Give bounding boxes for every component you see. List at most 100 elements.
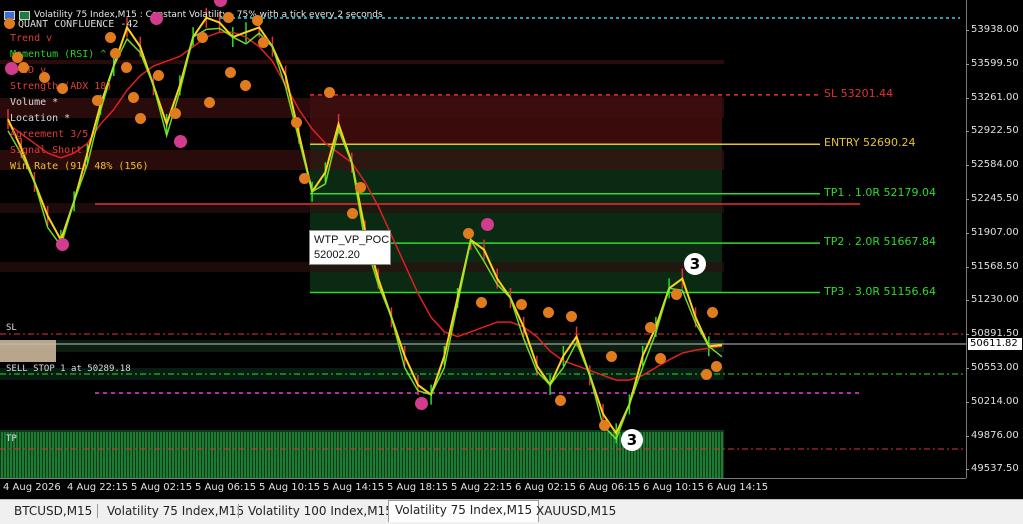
signal-marker [599, 420, 610, 431]
signal-marker [463, 228, 474, 239]
volume-profile-bar [0, 340, 56, 362]
signal-marker [655, 353, 666, 364]
signal-marker [516, 299, 527, 310]
volume-band [0, 340, 724, 352]
signal-marker [105, 32, 116, 43]
price-tick-label: 51907.00 [966, 226, 1019, 238]
signal-marker [223, 12, 234, 23]
current-price-label: 50611.82 [968, 338, 1022, 350]
time-tick-label: 5 Aug 10:15 [259, 482, 321, 493]
confluence-row: Win Rate (91) 48% (156) [10, 161, 149, 172]
signal-marker [701, 369, 712, 380]
signal-marker [606, 351, 617, 362]
chart-tabs-bar: BTCUSD,M15 Volatility 75 Index,M15 Volatil… [0, 499, 1023, 524]
confluence-row: Location * [10, 113, 71, 124]
time-tick-label: 4 Aug 2026 [3, 482, 61, 493]
price-tick-label: 49537.50 [966, 463, 1019, 475]
signal-marker [225, 67, 236, 78]
poc-title: WTP_VP_POC [314, 234, 390, 246]
pivot-marker [56, 238, 69, 251]
signal-marker [39, 72, 50, 83]
tp-tag: TP [6, 434, 17, 444]
wave-peak-label: 3 [684, 253, 706, 275]
signal-marker [543, 307, 554, 318]
price-axis: 53938.00 53599.50 53261.00 52922.50 52584.00… [966, 0, 1023, 478]
confluence-row: Trend v [10, 33, 53, 44]
signal-marker [347, 208, 358, 219]
price-chart[interactable] [0, 0, 966, 478]
time-tick-label: 6 Aug 02:15 [515, 482, 577, 493]
price-tick-label: 51230.00 [966, 294, 1019, 306]
signal-marker [291, 117, 302, 128]
sl-tag: SL [6, 323, 17, 333]
chart-tab[interactable]: BTCUSD,M15 [8, 502, 98, 520]
tp1-level-label: TP1 . 1.0R 52179.04 [824, 185, 936, 199]
price-tick-label: 53599.50 [966, 57, 1019, 69]
signal-marker [153, 70, 164, 81]
time-tick-label: 5 Aug 14:15 [323, 482, 385, 493]
time-tick-label: 6 Aug 10:15 [643, 482, 705, 493]
signal-marker [707, 307, 718, 318]
confluence-row: Momentum (RSI) ^ [10, 49, 107, 60]
signal-marker [170, 108, 181, 119]
price-tick-label: 51568.50 [966, 260, 1019, 272]
price-tick-label: 52584.00 [966, 159, 1019, 171]
signal-marker [110, 48, 121, 59]
chart-area[interactable]: Volatility 75 Index,M15 : Constant Volat… [0, 0, 966, 478]
signal-marker [135, 113, 146, 124]
pivot-marker [174, 135, 187, 148]
tp3-level-label: TP3 . 3.0R 51156.64 [824, 284, 936, 298]
signal-marker [252, 15, 263, 26]
mt-chart-window: Volatility 75 Index,M15 : Constant Volat… [0, 0, 1023, 524]
time-tick-label: 5 Aug 18:15 [387, 482, 449, 493]
signal-marker [671, 289, 682, 300]
confluence-row: Signal Short [10, 145, 83, 156]
sell-stop-label: SELL STOP 1 at 50289.18 [6, 364, 131, 374]
chart-tab[interactable]: XAUUSD,M15 [530, 502, 622, 520]
price-tick-label: 52922.50 [966, 125, 1019, 137]
time-tick-label: 5 Aug 22:15 [451, 482, 513, 493]
sl-level-label: SL 53201.44 [824, 86, 894, 100]
poc-value: 52002.20 [314, 249, 360, 261]
pivot-marker [481, 218, 494, 231]
signal-marker [645, 322, 656, 333]
price-tick-label: 50553.00 [966, 362, 1019, 373]
confluence-row: Agreement 3/5 [10, 129, 89, 140]
signal-marker [92, 95, 103, 106]
vp-poc-tooltip: WTP_VP_POC 52002.20 [309, 230, 391, 265]
time-tick-label: 6 Aug 06:15 [579, 482, 641, 493]
signal-marker [128, 92, 139, 103]
price-tick-label: 52245.50 [966, 193, 1019, 204]
confluence-row: Volume * [10, 97, 59, 108]
pivot-marker [150, 12, 163, 25]
tab-separator [97, 504, 98, 518]
confluence-header: QUANT CONFLUENCE -42 [18, 19, 139, 30]
time-tick-label: 6 Aug 14:15 [707, 482, 769, 493]
entry-level-label: ENTRY 52690.24 [824, 136, 916, 150]
signal-marker [324, 87, 335, 98]
signal-marker [197, 32, 208, 43]
chart-tab[interactable]: Volatility 75 Index,M15 [101, 502, 250, 520]
chart-tab[interactable]: Volatility 75 Index,M15 [388, 500, 540, 522]
time-tick-label: 5 Aug 06:15 [195, 482, 257, 493]
wave-trough-label: 3 [621, 429, 643, 451]
time-axis: 4 Aug 2026 4 Aug 22:15 5 Aug 02:15 5 Aug 06… [0, 478, 966, 500]
signal-marker [121, 62, 132, 73]
signal-marker [57, 83, 68, 94]
pivot-marker [415, 397, 428, 410]
signal-marker [240, 80, 251, 91]
price-tick-label: 50214.00 [966, 395, 1019, 407]
chart-tab[interactable]: Volatility 100 Index,M15 [242, 502, 399, 520]
signal-marker [18, 62, 29, 73]
tab-separator [238, 504, 239, 518]
signal-marker [355, 182, 366, 193]
pivot-marker [5, 62, 18, 75]
time-tick-label: 4 Aug 22:15 [67, 482, 129, 493]
price-tick-label: 53261.00 [966, 91, 1019, 103]
signal-marker [258, 37, 269, 48]
volume-band [0, 60, 724, 64]
price-tick-label: 53938.00 [966, 24, 1019, 35]
signal-marker [555, 395, 566, 406]
signal-marker [476, 297, 487, 308]
tp2-level-label: TP2 . 2.0R 51667.84 [824, 235, 936, 249]
